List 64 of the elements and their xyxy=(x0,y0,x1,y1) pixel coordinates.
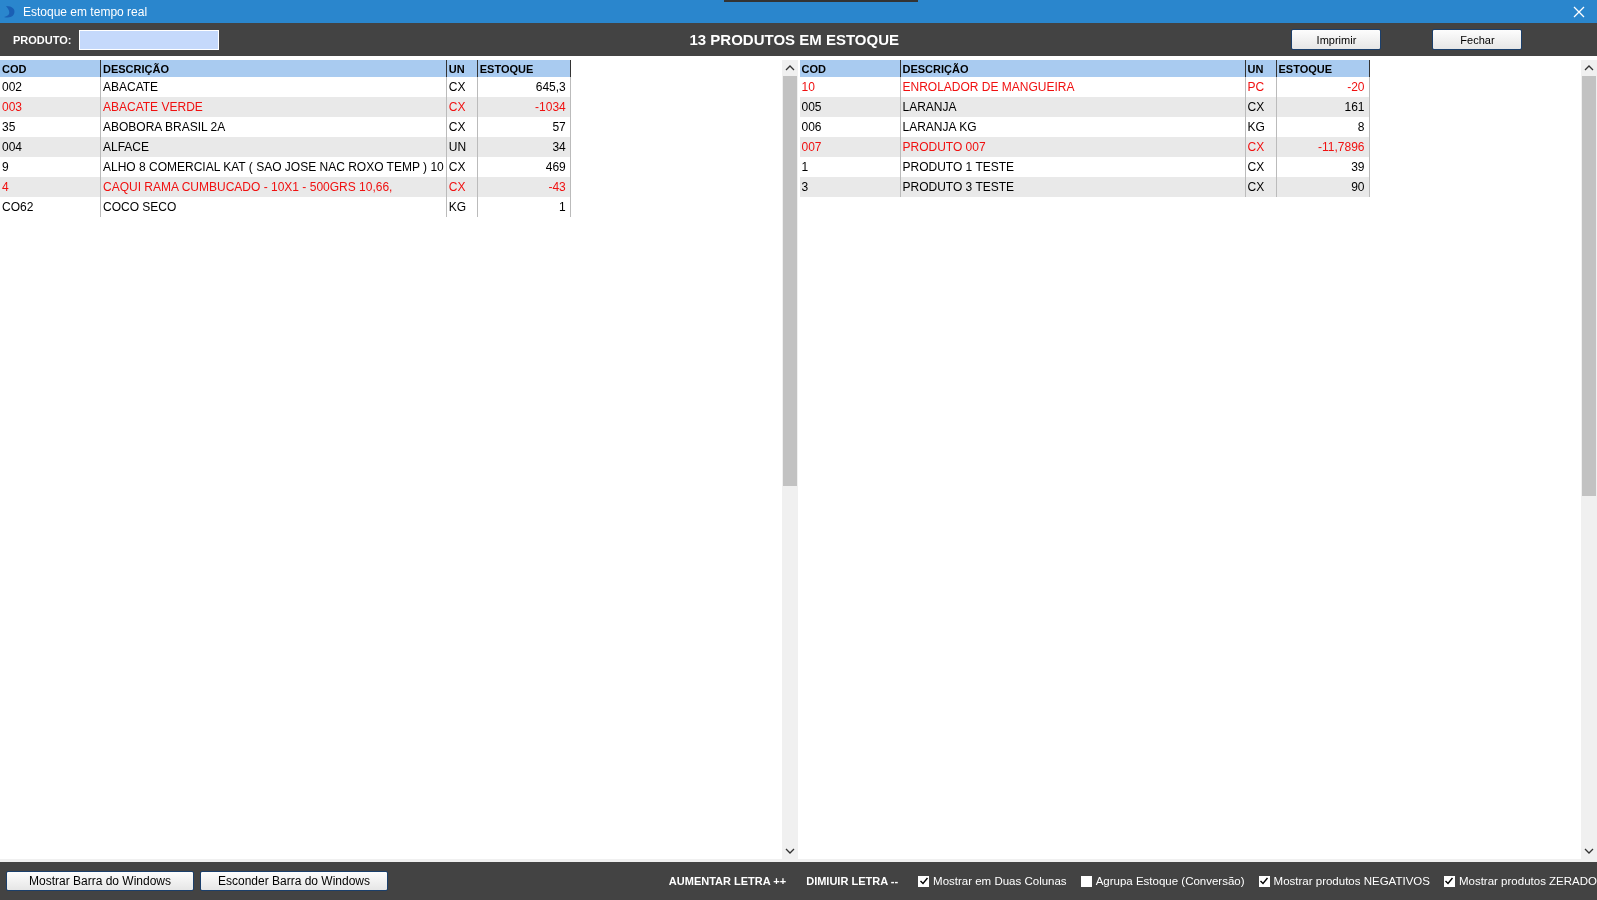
table-cell: 3 xyxy=(799,177,900,197)
scrollbar-thumb[interactable] xyxy=(1582,76,1596,496)
checkbox[interactable] xyxy=(918,875,930,887)
product-search-field[interactable] xyxy=(79,29,220,50)
table-cell: CAQUI RAMA CUMBUCADO - 10X1 - 500GRS 10,66, xyxy=(100,177,447,197)
table-cell: KG xyxy=(446,197,478,217)
close-button[interactable]: Fechar xyxy=(1432,29,1523,50)
table-cell: ABACATE VERDE xyxy=(100,97,447,117)
table-cell: 161 xyxy=(1276,97,1369,117)
table-cell: 34 xyxy=(477,137,571,157)
decrease-font-link[interactable]: DIMIUIR LETRA -- xyxy=(806,875,899,887)
checkbox-label[interactable]: Mostrar em Duas Colunas xyxy=(933,875,1067,887)
table-cell: 003 xyxy=(0,97,101,117)
table-cell: PRODUTO 3 TESTE xyxy=(900,177,1245,197)
table-cell: -43 xyxy=(477,177,571,197)
column-header[interactable]: DESCRIÇÃO xyxy=(900,60,1245,77)
close-icon[interactable] xyxy=(1573,5,1585,18)
table-cell: 4 xyxy=(0,177,101,197)
table-cell: 007 xyxy=(799,137,900,157)
scroll-down-icon[interactable] xyxy=(784,847,795,855)
column-header[interactable]: DESCRIÇÃO xyxy=(100,60,447,77)
column-header[interactable]: ESTOQUE xyxy=(477,60,571,77)
table-cell: CX xyxy=(446,177,478,197)
table-cell: 004 xyxy=(0,137,101,157)
column-header[interactable]: COD xyxy=(0,60,101,77)
table-cell: CX xyxy=(1245,177,1276,197)
table-cell: LARANJA xyxy=(900,97,1245,117)
checkbox[interactable] xyxy=(1443,875,1455,887)
hide-taskbar-button[interactable]: Esconder Barra do Windows xyxy=(200,871,388,891)
checkbox-label[interactable]: Mostrar produtos NEGATIVOS xyxy=(1273,875,1430,887)
checkbox[interactable] xyxy=(1080,875,1092,887)
table-cell: 005 xyxy=(799,97,900,117)
table-cell: UN xyxy=(446,137,478,157)
window-title: Estoque em tempo real xyxy=(23,4,148,19)
column-header[interactable]: UN xyxy=(1245,60,1276,77)
column-header[interactable]: ESTOQUE xyxy=(1276,60,1369,77)
scrollbar[interactable] xyxy=(1581,60,1597,859)
print-button[interactable]: Imprimir xyxy=(1291,29,1382,50)
table-cell: CX xyxy=(1245,97,1276,117)
scrollbar-thumb[interactable] xyxy=(782,76,797,486)
table-cell: -11,7896 xyxy=(1276,137,1369,157)
scroll-down-icon[interactable] xyxy=(1584,847,1594,855)
column-header[interactable]: UN xyxy=(446,60,478,77)
table-cell: CX xyxy=(1245,137,1276,157)
product-label: PRODUTO: xyxy=(13,33,72,46)
show-taskbar-button[interactable]: Mostrar Barra do Windows xyxy=(6,871,194,891)
checkbox[interactable] xyxy=(1258,875,1270,887)
scroll-up-icon[interactable] xyxy=(1584,64,1594,72)
table-cell: -1034 xyxy=(477,97,571,117)
table-cell: COCO SECO xyxy=(100,197,447,217)
table-cell: CX xyxy=(446,97,478,117)
scrollbar[interactable] xyxy=(781,60,798,859)
table-cell: CO62 xyxy=(0,197,101,217)
table-cell: 1 xyxy=(477,197,571,217)
column-header[interactable]: COD xyxy=(799,60,900,77)
app-logo-icon xyxy=(3,4,17,19)
increase-font-link[interactable]: AUMENTAR LETRA ++ xyxy=(668,875,787,887)
table-cell: ALFACE xyxy=(100,137,447,157)
scroll-up-icon[interactable] xyxy=(784,64,795,72)
stock-heading: 13 PRODUTOS EM ESTOQUE xyxy=(689,31,900,48)
table-cell: PRODUTO 007 xyxy=(900,137,1245,157)
checkbox-label[interactable]: Agrupa Estoque (Conversão) xyxy=(1095,875,1245,887)
table-cell: 90 xyxy=(1276,177,1369,197)
checkbox-label[interactable]: Mostrar produtos ZERADO xyxy=(1458,875,1597,887)
